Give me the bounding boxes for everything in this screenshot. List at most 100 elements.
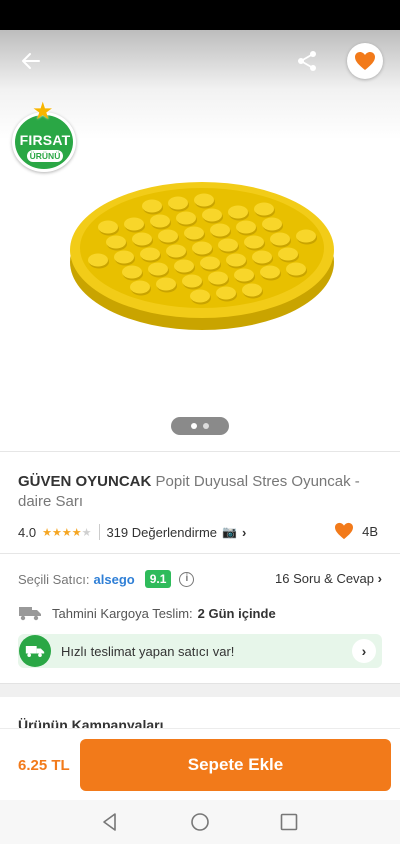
status-bar bbox=[0, 0, 400, 30]
chevron-right-icon: › bbox=[377, 571, 382, 586]
bubble bbox=[216, 286, 236, 300]
bubble bbox=[202, 208, 222, 222]
bubble bbox=[270, 232, 290, 246]
bubble bbox=[176, 211, 196, 225]
bubble bbox=[122, 265, 142, 279]
fast-delivery-banner[interactable]: Hızlı teslimat yapan satıcı var! › bbox=[18, 634, 382, 668]
product-gallery[interactable]: ★ FIRSAT ÜRÜNÜ bbox=[0, 30, 400, 450]
price: 6.25 TL bbox=[18, 757, 70, 774]
star-empty-icon: ★ bbox=[81, 526, 92, 539]
qa-label: 16 Soru & Cevap bbox=[275, 571, 375, 586]
bubble bbox=[184, 226, 204, 240]
rating-stars: ★★★★★ bbox=[42, 526, 91, 539]
cargo-label: Tahmini Kargoya Teslim: bbox=[52, 605, 193, 621]
circle-home-icon[interactable] bbox=[190, 812, 210, 832]
bubble bbox=[148, 262, 168, 276]
section-divider bbox=[0, 683, 400, 697]
bubble bbox=[150, 214, 170, 228]
truck-icon bbox=[19, 607, 41, 621]
qa-link[interactable]: 16 Soru & Cevap › bbox=[275, 571, 382, 586]
bubble bbox=[228, 205, 248, 219]
triangle-back-icon[interactable] bbox=[100, 812, 120, 832]
divider bbox=[0, 553, 400, 554]
bubble bbox=[114, 250, 134, 264]
bubble bbox=[166, 244, 186, 258]
star-icon: ★ bbox=[61, 526, 72, 539]
bubble bbox=[124, 217, 144, 231]
heart-icon bbox=[335, 522, 354, 540]
bubble bbox=[242, 283, 262, 297]
bubble bbox=[130, 280, 150, 294]
favorite-count[interactable]: 4B bbox=[334, 522, 378, 540]
arrow-left-icon bbox=[22, 53, 40, 69]
bubble bbox=[262, 217, 282, 231]
bubble bbox=[244, 235, 264, 249]
cargo-value: 2 Gün içinde bbox=[197, 605, 276, 621]
add-to-cart-button[interactable]: Sepete Ekle bbox=[80, 739, 391, 791]
bubble bbox=[254, 202, 274, 216]
chevron-right-icon: › bbox=[241, 524, 247, 540]
system-nav-bar bbox=[0, 800, 400, 844]
share-button[interactable] bbox=[290, 44, 324, 78]
star-icon: ★ bbox=[32, 98, 54, 125]
bubble bbox=[88, 253, 108, 267]
bubble bbox=[132, 232, 152, 246]
info-icon[interactable]: i bbox=[179, 571, 195, 587]
bubble bbox=[142, 199, 162, 213]
bubble bbox=[174, 259, 194, 273]
bubble bbox=[260, 265, 280, 279]
product-title: GÜVEN OYUNCAK Popit Duyusal Stres Oyunca… bbox=[18, 472, 378, 512]
camera-icon: 📷 bbox=[222, 525, 237, 539]
rating-row[interactable]: 4.0 ★★★★★ 319 Değerlendirme 📷 › 4B bbox=[18, 522, 382, 542]
bubble bbox=[192, 241, 212, 255]
star-icon: ★ bbox=[71, 526, 82, 539]
bubble bbox=[190, 289, 210, 303]
bubble bbox=[140, 247, 160, 261]
fast-delivery-icon-wrap bbox=[19, 635, 51, 667]
bubble bbox=[194, 193, 214, 207]
square-recents-icon[interactable] bbox=[279, 812, 299, 832]
bubble bbox=[252, 250, 272, 264]
favorite-count-value: 4B bbox=[362, 523, 378, 539]
separator bbox=[99, 524, 101, 540]
cargo-row: Tahmini Kargoya Teslim: 2 Gün içinde bbox=[18, 602, 384, 624]
gallery-pager bbox=[171, 417, 229, 435]
bubble bbox=[182, 274, 202, 288]
seller-score-badge: 9.1 bbox=[144, 570, 172, 588]
star-icon: ★ bbox=[42, 526, 52, 539]
divider bbox=[0, 451, 400, 452]
chevron-right-icon[interactable]: › bbox=[352, 639, 376, 663]
bubble bbox=[200, 256, 220, 270]
bubble bbox=[236, 220, 256, 234]
bubble bbox=[158, 229, 178, 243]
bubble bbox=[296, 229, 316, 243]
bubble bbox=[218, 238, 238, 252]
product-brand[interactable]: GÜVEN OYUNCAK bbox=[18, 473, 151, 490]
share-icon bbox=[298, 51, 316, 71]
heart-icon bbox=[355, 52, 375, 70]
star-icon: ★ bbox=[51, 526, 62, 539]
bubble bbox=[278, 247, 298, 261]
seller-row: Seçili Satıcı: alsego 9.1 i 16 Soru & Ce… bbox=[18, 568, 384, 590]
bubble bbox=[168, 196, 188, 210]
bubble bbox=[234, 268, 254, 282]
bubble bbox=[286, 262, 306, 276]
bubble bbox=[208, 271, 228, 285]
pager-dot-active bbox=[191, 423, 197, 429]
fast-truck-icon bbox=[25, 646, 45, 657]
seller-link[interactable]: alsego bbox=[94, 572, 135, 587]
seller-label: Seçili Satıcı: bbox=[18, 571, 90, 587]
bottom-action-bar: 6.25 TL Sepete Ekle bbox=[0, 728, 400, 800]
bubble bbox=[226, 253, 246, 267]
bubble bbox=[98, 220, 118, 234]
fast-delivery-text: Hızlı teslimat yapan satıcı var! bbox=[61, 643, 235, 659]
bubble bbox=[156, 277, 176, 291]
back-button[interactable] bbox=[14, 44, 48, 78]
favorite-button[interactable] bbox=[347, 43, 383, 79]
badge-line2: ÜRÜNÜ bbox=[27, 150, 63, 162]
badge-line1: FIRSAT bbox=[19, 132, 71, 148]
review-count[interactable]: 319 Değerlendirme bbox=[106, 525, 217, 540]
pager-dot bbox=[203, 423, 209, 429]
product-image[interactable] bbox=[62, 154, 342, 344]
rating-score: 4.0 bbox=[18, 524, 37, 540]
